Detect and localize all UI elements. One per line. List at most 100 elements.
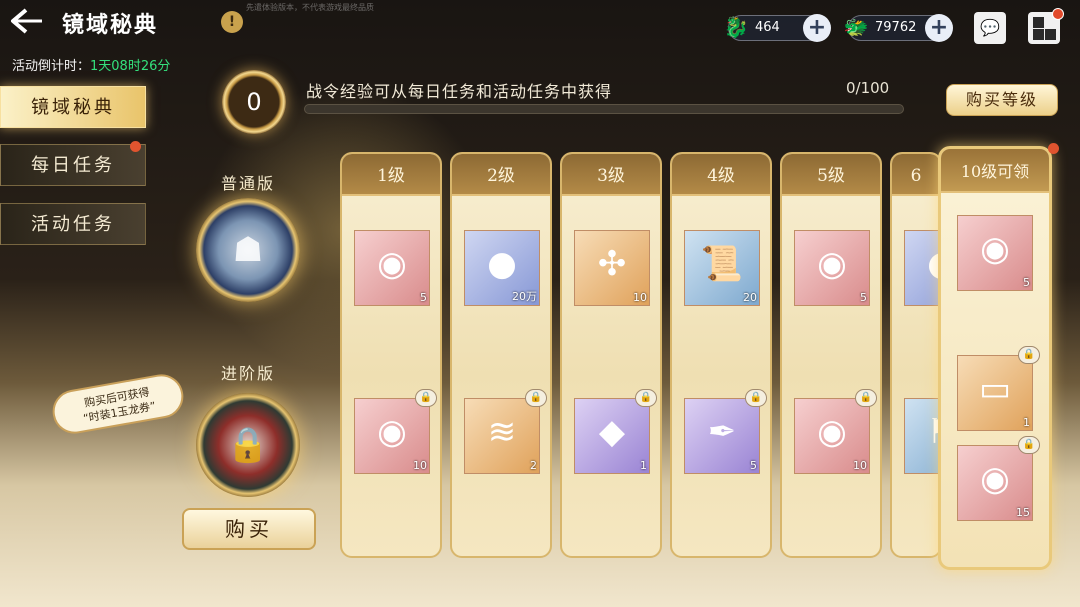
- mirror-icon: ◉: [980, 459, 1010, 499]
- level-label: 6: [892, 154, 940, 196]
- nav-item-label: 每日任务: [31, 155, 115, 176]
- level-label: 3级: [562, 154, 660, 196]
- level-column: 4级 📜 20 ✒ 5 🔒: [670, 152, 772, 558]
- nav-item-event-tasks[interactable]: 活动任务: [0, 203, 146, 245]
- mirror-icon: ◉: [980, 229, 1010, 269]
- reward-item[interactable]: ◉ 5: [957, 215, 1033, 291]
- nav-item-label: 镜域秘典: [31, 97, 115, 118]
- lock-icon: 🔒: [226, 425, 270, 465]
- item-quantity: 10: [633, 291, 647, 304]
- crystal-icon: ◆: [598, 412, 626, 452]
- level-column: 5级 ◉ 5 ◉ 10 🔒: [780, 152, 882, 558]
- level-label: 5级: [782, 154, 880, 196]
- advanced-tier-label: 进阶版: [221, 364, 276, 383]
- countdown-value: 1天08时26分: [90, 59, 171, 74]
- currency-jade-value: 464: [755, 20, 780, 35]
- add-jade-button[interactable]: +: [803, 14, 831, 42]
- buy-advanced-button[interactable]: 购买: [182, 508, 316, 550]
- lock-icon: 🔒: [855, 389, 877, 407]
- notification-dot: [130, 141, 141, 152]
- lock-icon: 🔒: [415, 389, 437, 407]
- reward-item[interactable]: ◉ 15 🔒: [957, 436, 1040, 521]
- buy-level-button[interactable]: 购买等级: [946, 84, 1058, 116]
- item-quantity: 5: [860, 291, 867, 304]
- level-label: 4级: [672, 154, 770, 196]
- item-quantity: 1: [1023, 416, 1030, 429]
- reward-item[interactable]: ◉ 10 🔒: [794, 389, 877, 474]
- reward-item[interactable]: ●: [904, 230, 940, 306]
- level-column: 6 ● ⚑🔒: [890, 152, 942, 558]
- back-icon[interactable]: [4, 6, 44, 36]
- level-label: 1级: [342, 154, 440, 196]
- item-quantity: 10: [413, 459, 427, 472]
- reward-item[interactable]: ✣ 10: [574, 230, 650, 306]
- item-quantity: 10: [853, 459, 867, 472]
- item-quantity: 20万: [512, 290, 537, 303]
- notification-dot: [1048, 143, 1059, 154]
- currency-gold-value: 79762: [875, 20, 917, 35]
- lock-icon: 🔒: [1018, 346, 1040, 364]
- level-column: 2级 ● 20万 ≋ 2 🔒: [450, 152, 552, 558]
- normal-tier-emblem: ☗: [196, 198, 300, 302]
- reward-column-header: 10级可领: [941, 149, 1049, 193]
- level-column: 1级 ◉ 5 ◉ 10 🔒: [340, 152, 442, 558]
- item-quantity: 2: [530, 459, 537, 472]
- jade-dragon-icon: 🐉: [723, 15, 749, 39]
- puzzle-icon: ✣: [597, 244, 627, 284]
- item-quantity: 5: [1023, 276, 1030, 289]
- currency-gold: 🐲 79762 +: [844, 14, 953, 42]
- countdown-label: 活动倒计时：: [12, 59, 91, 74]
- exp-hint: 战令经验可从每日任务和活动任务中获得: [306, 82, 613, 101]
- reward-item[interactable]: 📜 20: [684, 230, 760, 306]
- add-gold-button[interactable]: +: [925, 14, 953, 42]
- item-quantity: 5: [750, 459, 757, 472]
- mask-icon: ☗: [232, 230, 264, 270]
- item-quantity: 1: [640, 459, 647, 472]
- mirror-icon: ◉: [817, 244, 847, 284]
- item-quantity: 20: [743, 291, 757, 304]
- gold-dragon-icon: 🐲: [843, 15, 869, 39]
- frame-icon: ▭: [978, 369, 1012, 409]
- mirror-icon: ◉: [817, 412, 847, 452]
- level-10-reward-column[interactable]: 10级可领 ◉ 5 ▭ 1 🔒 ◉ 15 🔒: [938, 146, 1052, 570]
- mirror-icon: ◉: [377, 244, 407, 284]
- scroll-icon: 📜: [700, 244, 744, 284]
- reward-item[interactable]: ✒ 5 🔒: [684, 389, 767, 474]
- lock-icon: 🔒: [1018, 436, 1040, 454]
- level-label: 2级: [452, 154, 550, 196]
- reward-item[interactable]: ◉ 10 🔒: [354, 389, 437, 474]
- reward-item[interactable]: ▭ 1 🔒: [957, 346, 1040, 431]
- brush-icon: ✒: [707, 412, 737, 452]
- purchase-tip-bubble: 购买后可获得 “时装1玉龙券”: [49, 370, 187, 438]
- reward-item[interactable]: ≋ 2 🔒: [464, 389, 547, 474]
- pass-level-badge: 0: [222, 70, 286, 134]
- item-quantity: 15: [1016, 506, 1030, 519]
- scroll-ticket-icon: ≋: [487, 412, 517, 452]
- lock-icon: 🔒: [635, 389, 657, 407]
- chat-icon[interactable]: 💬: [974, 12, 1006, 44]
- coin-icon: ●: [487, 244, 517, 284]
- exp-progress-bar: [304, 104, 904, 114]
- notification-dot: [1052, 8, 1064, 20]
- reward-item[interactable]: ⚑🔒: [904, 398, 940, 474]
- exp-value: 0/100: [846, 79, 890, 97]
- preview-notice: 先遣体验版本，不代表游戏最终品质: [246, 3, 374, 12]
- mirror-icon: ◉: [377, 412, 407, 452]
- countdown: 活动倒计时：1天08时26分: [12, 55, 170, 74]
- currency-jade: 🐉 464 +: [724, 14, 831, 42]
- page-title: 镜域秘典: [62, 12, 159, 38]
- lock-icon: 🔒: [745, 389, 767, 407]
- advanced-tier-emblem: 🔒: [196, 393, 300, 497]
- info-icon[interactable]: !: [221, 11, 243, 33]
- lock-icon: 🔒: [525, 389, 547, 407]
- nav-item-label: 活动任务: [31, 214, 115, 235]
- menu-grid-icon[interactable]: [1028, 8, 1064, 44]
- level-column: 3级 ✣ 10 ◆ 1 🔒: [560, 152, 662, 558]
- nav-item-daily-tasks[interactable]: 每日任务: [0, 141, 146, 186]
- reward-item[interactable]: ◆ 1 🔒: [574, 389, 657, 474]
- item-quantity: 5: [420, 291, 427, 304]
- nav-item-mirror-codex[interactable]: 镜域秘典: [0, 86, 146, 128]
- reward-item[interactable]: ◉ 5: [794, 230, 870, 306]
- reward-item[interactable]: ◉ 5: [354, 230, 430, 306]
- reward-item[interactable]: ● 20万: [464, 230, 540, 306]
